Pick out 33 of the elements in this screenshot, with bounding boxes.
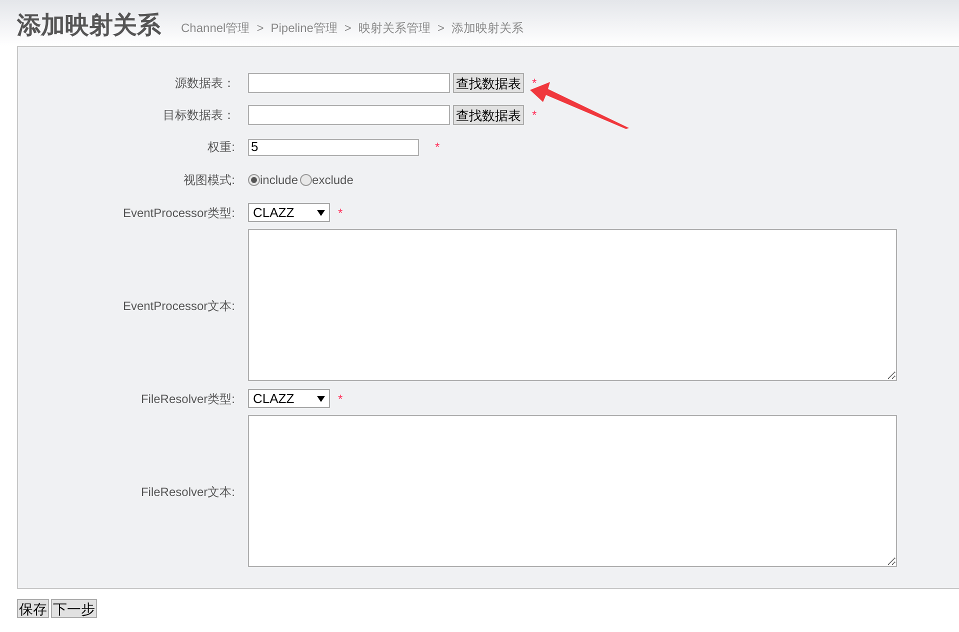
find-table-button[interactable]: 查找数据表 [453, 73, 524, 93]
field-label: FileResolver文本: [140, 484, 235, 500]
dropdown-arrow-icon [317, 396, 325, 402]
required-mark: * [338, 390, 343, 408]
required-mark: * [532, 107, 537, 124]
breadcrumb-item: 添加映射关系 [451, 20, 524, 37]
required-mark: * [338, 204, 343, 222]
radio-label: exclude [312, 172, 354, 189]
save-button[interactable]: 保存 [17, 599, 49, 618]
weight-field[interactable]: 5 [248, 138, 419, 156]
dropdown-arrow-icon [317, 210, 325, 216]
type-dropdown[interactable]: CLAZZ [248, 389, 330, 408]
radio-label: include [260, 172, 298, 189]
next-button[interactable]: 下一步 [51, 599, 97, 618]
table-field[interactable] [248, 105, 450, 125]
required-mark: * [532, 75, 537, 92]
breadcrumb-separator: > [437, 20, 444, 37]
type-dropdown[interactable]: CLAZZ [248, 203, 330, 222]
page-title: 添加映射关系 [17, 14, 161, 38]
field-label: 权重: [208, 139, 235, 156]
breadcrumb-separator: > [344, 20, 352, 37]
field-label: 视图模式: [184, 172, 235, 189]
field-label: EventProcessor文本: [122, 298, 235, 314]
field-label: FileResolver类型: [140, 390, 235, 408]
radio-button[interactable] [248, 174, 260, 186]
breadcrumb-separator: > [256, 20, 264, 37]
table-field[interactable] [248, 73, 450, 93]
field-label: EventProcessor类型: [122, 204, 235, 222]
find-table-button[interactable]: 查找数据表 [453, 105, 524, 125]
required-mark: * [435, 139, 440, 156]
radio-button[interactable] [300, 174, 312, 186]
field-label: 目标数据表： [163, 107, 235, 124]
field-label: 源数据表： [175, 75, 235, 92]
